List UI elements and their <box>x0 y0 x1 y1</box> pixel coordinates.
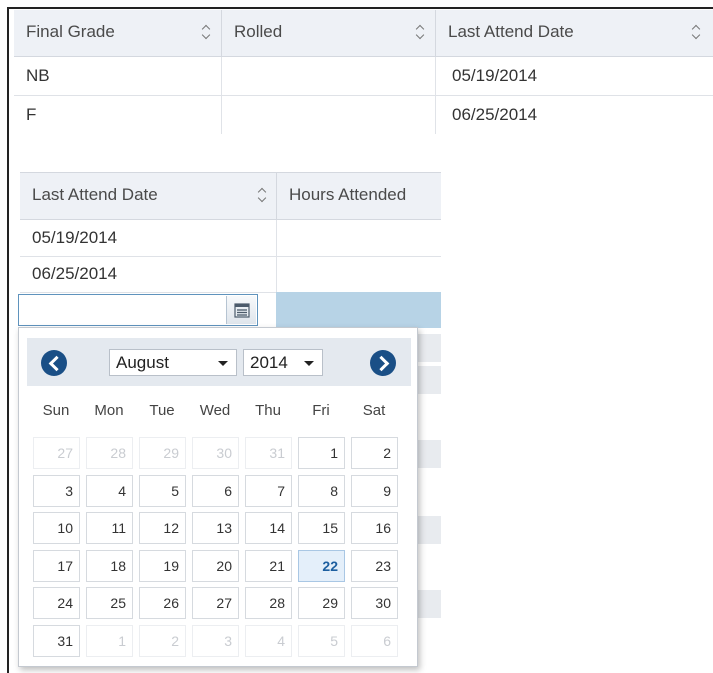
final-grade-cell: F <box>26 105 37 124</box>
column-header-last-attend-date[interactable]: Last Attend Date <box>436 10 713 56</box>
calendar-day[interactable]: 27 <box>192 587 239 619</box>
calendar-day[interactable]: 26 <box>139 587 186 619</box>
calendar-day[interactable]: 29 <box>298 587 345 619</box>
calendar-day[interactable]: 21 <box>245 550 292 582</box>
calendar-day[interactable]: 8 <box>298 475 345 507</box>
weekday-label: Tue <box>149 402 175 419</box>
calendar-day-other-month: 29 <box>139 437 186 469</box>
selected-row-highlight[interactable] <box>276 292 441 328</box>
weekday-label: Sun <box>42 402 70 419</box>
calendar-day[interactable]: 20 <box>192 550 239 582</box>
calendar-day[interactable]: 28 <box>245 587 292 619</box>
datepicker-header: August 2014 <box>27 338 411 386</box>
weekday-label: Thu <box>255 402 281 419</box>
last-attend-date-cell: 06/25/2014 <box>452 105 538 124</box>
calendar-day[interactable]: 23 <box>351 550 398 582</box>
table-row[interactable]: 05/19/2014 <box>20 220 441 257</box>
window-frame-top <box>7 7 713 9</box>
calendar-day-other-month: 5 <box>298 625 345 657</box>
rolled-cell <box>222 96 435 134</box>
sort-icon[interactable] <box>416 24 426 40</box>
column-header-last-attend-date[interactable]: Last Attend Date <box>20 173 276 219</box>
hours-attended-cell <box>277 220 441 256</box>
last-attend-date-input[interactable] <box>18 294 258 326</box>
rolled-cell <box>222 57 435 95</box>
calendar-day-other-month: 31 <box>245 437 292 469</box>
calendar-day[interactable]: 30 <box>351 587 398 619</box>
column-header-final-grade[interactable]: Final Grade <box>14 10 222 56</box>
last-attend-date-cell: 06/25/2014 <box>32 264 118 283</box>
window-frame-left <box>7 7 9 673</box>
hours-attended-cell <box>277 256 441 292</box>
calendar-day-other-month: 2 <box>139 625 186 657</box>
calendar-day-other-month: 28 <box>86 437 133 469</box>
next-month-button[interactable] <box>370 350 396 376</box>
table-row[interactable]: 06/25/2014 <box>20 256 441 293</box>
calendar-day[interactable]: 18 <box>86 550 133 582</box>
calendar-day[interactable]: 19 <box>139 550 186 582</box>
sort-icon[interactable] <box>692 24 702 40</box>
grades-table-header: Final Grade Rolled Last Attend Date <box>14 10 713 57</box>
calendar-day-today[interactable]: 22 <box>298 550 345 582</box>
calendar-day[interactable]: 5 <box>139 475 186 507</box>
calendar-day[interactable]: 25 <box>86 587 133 619</box>
previous-month-button[interactable] <box>41 350 67 376</box>
column-header-label: Hours Attended <box>289 185 407 204</box>
calendar-day[interactable]: 1 <box>298 437 345 469</box>
sort-icon[interactable] <box>258 187 268 203</box>
calendar-day[interactable]: 16 <box>351 512 398 544</box>
calendar-day[interactable]: 3 <box>33 475 80 507</box>
calendar-day[interactable]: 15 <box>298 512 345 544</box>
calendar-day[interactable]: 2 <box>351 437 398 469</box>
year-select[interactable]: 2014 <box>243 349 323 376</box>
calendar-day[interactable]: 31 <box>33 625 80 657</box>
calendar-day[interactable]: 14 <box>245 512 292 544</box>
calendar-day[interactable]: 4 <box>86 475 133 507</box>
calendar-day[interactable]: 9 <box>351 475 398 507</box>
table-row[interactable]: F 06/25/2014 <box>14 96 713 134</box>
calendar-day-other-month: 30 <box>192 437 239 469</box>
year-select-value: 2014 <box>250 353 288 372</box>
month-select-value: August <box>116 353 169 372</box>
weekday-label: Mon <box>94 402 124 419</box>
calendar-day-other-month: 4 <box>245 625 292 657</box>
column-header-rolled[interactable]: Rolled <box>222 10 435 56</box>
calendar-day-other-month: 6 <box>351 625 398 657</box>
last-attend-date-cell: 05/19/2014 <box>32 228 118 247</box>
calendar-day[interactable]: 6 <box>192 475 239 507</box>
calendar-day[interactable]: 12 <box>139 512 186 544</box>
chevron-down-icon <box>304 361 314 366</box>
month-select[interactable]: August <box>109 349 237 376</box>
open-calendar-button[interactable] <box>226 296 256 324</box>
sort-icon[interactable] <box>202 24 212 40</box>
calendar-day[interactable]: 10 <box>33 512 80 544</box>
calendar-day[interactable]: 7 <box>245 475 292 507</box>
calendar-day-other-month: 27 <box>33 437 80 469</box>
calendar-day[interactable]: 11 <box>86 512 133 544</box>
calendar-day-other-month: 1 <box>86 625 133 657</box>
column-header-label: Last Attend Date <box>32 185 158 204</box>
weekday-label: Wed <box>199 402 231 419</box>
calendar-day[interactable]: 24 <box>33 587 80 619</box>
final-grade-cell: NB <box>26 66 50 85</box>
table-row[interactable]: NB 05/19/2014 <box>14 57 713 96</box>
calendar-icon <box>234 303 250 318</box>
chevron-down-icon <box>218 361 228 366</box>
last-attend-date-cell: 05/19/2014 <box>452 66 538 85</box>
calendar-day[interactable]: 17 <box>33 550 80 582</box>
cell-divider <box>435 57 436 95</box>
weekday-label: Sat <box>362 402 386 419</box>
calendar-day-other-month: 3 <box>192 625 239 657</box>
cell-divider <box>435 96 436 134</box>
weekday-label: Fri <box>312 402 330 419</box>
datepicker-popup: August 2014 Sun Mon Tue Wed Thu Fri Sat 27 28 29… <box>18 327 418 667</box>
calendar-day[interactable]: 13 <box>192 512 239 544</box>
column-header-hours-attended[interactable]: Hours Attended <box>277 173 441 219</box>
attendance-table-header: Last Attend Date Hours Attended <box>20 172 441 220</box>
column-header-label: Rolled <box>234 22 283 41</box>
column-header-label: Last Attend Date <box>448 22 574 41</box>
column-header-label: Final Grade <box>26 22 115 41</box>
